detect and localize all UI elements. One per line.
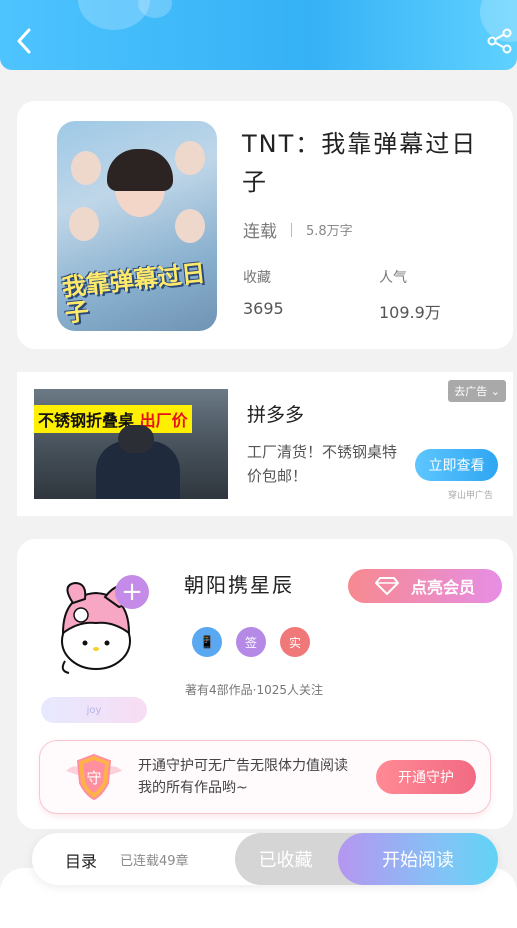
book-info-card: 我靠弹幕过日子 TNT：我靠弹幕过日子 连载 5.8万字 收藏 3695 人气 … xyxy=(17,101,513,349)
guard-promo-text: 开通守护可无广告无限体力值阅读我的所有作品哟~ xyxy=(138,758,348,796)
cover-figure xyxy=(175,141,205,175)
cover-figure xyxy=(69,207,99,241)
top-header xyxy=(0,0,517,70)
ad-brand-name: 拼多多 xyxy=(247,404,305,426)
back-button[interactable] xyxy=(10,24,38,58)
ad-image[interactable]: 不锈钢折叠桌 出厂价 xyxy=(34,389,228,499)
share-button[interactable] xyxy=(485,24,515,58)
remove-ad-button[interactable]: 去广告 ⌄ xyxy=(448,380,506,402)
cover-figure xyxy=(71,151,101,185)
cover-figure xyxy=(107,149,173,191)
badge-verified[interactable]: 实 xyxy=(280,627,310,657)
word-count: 5.8万字 xyxy=(306,224,353,239)
ad-view-button[interactable]: 立即查看 xyxy=(415,449,498,481)
ad-description: 工厂清货！不锈钢桌特价包邮！ xyxy=(247,443,398,485)
collect-label: 收藏 xyxy=(243,270,271,286)
vip-button[interactable]: 点亮会员 xyxy=(348,569,502,603)
share-icon xyxy=(487,28,512,54)
badge-signed[interactable]: 签 xyxy=(236,627,266,657)
book-cover-image[interactable]: 我靠弹幕过日子 xyxy=(57,121,217,331)
chapter-status: 已连载49章 xyxy=(120,854,189,869)
vip-label: 点亮会员 xyxy=(410,578,475,597)
cover-figure xyxy=(175,209,205,243)
serial-status: 连载 xyxy=(243,222,277,242)
ad-card[interactable]: 不锈钢折叠桌 出厂价 拼多多 工厂清货！不锈钢桌特价包邮！ 去广告 ⌄ 立即查看… xyxy=(17,372,513,516)
badge-phone[interactable]: 📱 xyxy=(192,627,222,657)
author-nameplate: joy xyxy=(41,697,147,723)
popularity-value: 109.9万 xyxy=(379,303,441,322)
author-card: + joy 朝阳携星辰 点亮会员 📱 签 实 著有4部作品·1025人关注 守 … xyxy=(17,539,513,829)
author-name: 朝阳携星辰 xyxy=(184,573,294,597)
popularity-label: 人气 xyxy=(379,270,407,286)
chevron-left-icon xyxy=(17,28,31,54)
plus-icon: + xyxy=(121,577,143,607)
collected-label: 已收藏 xyxy=(258,850,313,871)
diamond-icon xyxy=(374,577,399,595)
table-of-contents-button[interactable]: 目录 xyxy=(65,848,97,872)
shield-char: 守 xyxy=(86,769,101,787)
shield-icon: 守 xyxy=(66,753,122,801)
book-status-row: 连载 5.8万字 xyxy=(243,217,353,242)
bottom-action-bar: 目录 已连载49章 已收藏 开始阅读 xyxy=(32,833,498,885)
ad-banner: 不锈钢折叠桌 出厂价 xyxy=(34,405,192,433)
open-guard-button[interactable]: 开通守护 xyxy=(376,760,476,794)
collect-stat: 收藏 3695 xyxy=(243,267,284,318)
author-badges: 📱 签 实 xyxy=(192,627,310,657)
ad-person-head xyxy=(118,425,154,453)
status-divider xyxy=(291,222,292,237)
ad-source-label: 穿山甲广告 xyxy=(447,491,493,501)
cover-title-text: 我靠弹幕过日子 xyxy=(60,257,207,328)
popularity-stat: 人气 109.9万 xyxy=(379,267,441,323)
start-reading-button[interactable]: 开始阅读 xyxy=(338,833,498,885)
guard-promo-box: 守 开通守护可无广告无限体力值阅读我的所有作品哟~ 开通守护 xyxy=(39,740,491,814)
book-title: TNT：我靠弹幕过日子 xyxy=(242,130,478,196)
ad-banner-text: 不锈钢折叠桌 xyxy=(38,411,135,430)
remove-ad-label: 去广告 xyxy=(454,385,488,398)
follow-author-button[interactable]: + xyxy=(115,575,149,609)
collect-value: 3695 xyxy=(243,299,284,318)
author-stats: 著有4部作品·1025人关注 xyxy=(185,683,323,697)
chevron-down-icon: ⌄ xyxy=(490,385,500,398)
